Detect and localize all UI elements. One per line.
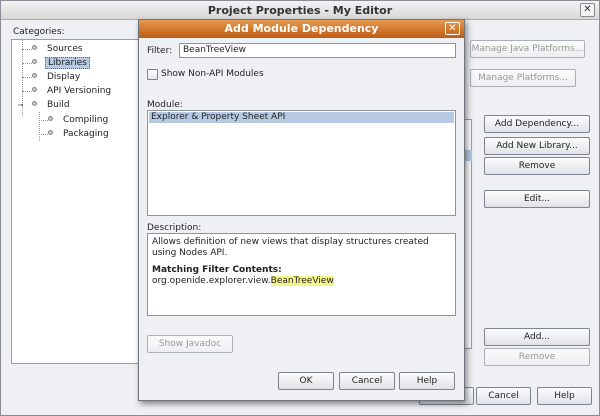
tree-connector-line <box>22 49 32 50</box>
remove-button-secondary[interactable]: Remove <box>484 348 590 366</box>
tree-connector-line <box>39 120 48 121</box>
tree-connector-line <box>39 112 40 141</box>
matching-filter-result: org.openide.explorer.view.BeanTreeView <box>152 276 451 287</box>
add-new-library-button[interactable]: Add New Library... <box>484 137 590 155</box>
add-module-dependency-dialog: Add Module Dependency ✕ Filter: BeanTree… <box>138 19 465 401</box>
filter-input[interactable]: BeanTreeView <box>179 43 456 58</box>
description-text: Allows definition of new views that disp… <box>152 237 429 258</box>
node-icon <box>32 45 37 50</box>
module-list[interactable]: Explorer & Property Sheet API <box>147 110 456 216</box>
cancel-button[interactable]: Cancel <box>339 372 395 390</box>
node-icon <box>32 73 37 78</box>
matching-filter-heading: Matching Filter Contents: <box>152 265 282 275</box>
show-non-api-checkbox[interactable] <box>147 69 158 80</box>
edit-button[interactable]: Edit... <box>484 190 590 208</box>
filter-label: Filter: <box>147 46 173 56</box>
outer-help-button[interactable]: Help <box>537 387 592 405</box>
categories-tree[interactable]: ⊸ Sources Libraries Display API Versioni… <box>11 39 151 364</box>
window-close-icon[interactable]: ✕ <box>580 3 595 17</box>
add-dependency-button[interactable]: Add Dependency... <box>484 115 590 133</box>
add-button[interactable]: Add... <box>484 328 590 346</box>
matching-highlight: BeanTreeView <box>270 276 334 286</box>
tree-item-libraries[interactable]: Libraries <box>32 57 90 69</box>
tree-item-packaging[interactable]: Packaging <box>48 128 111 140</box>
matching-prefix: org.openide.explorer.view. <box>152 276 271 286</box>
description-box: Allows definition of new views that disp… <box>147 233 456 316</box>
categories-label: Categories: <box>13 27 65 37</box>
dialog-title: Add Module Dependency <box>139 20 464 38</box>
tree-connector-line <box>22 63 32 64</box>
remove-button[interactable]: Remove <box>484 157 590 175</box>
tree-item-label: Packaging <box>63 129 109 139</box>
tree-item-display[interactable]: Display <box>32 71 82 83</box>
tree-item-label: Compiling <box>63 115 109 125</box>
module-label: Module: <box>147 100 183 110</box>
tree-item-build[interactable]: Build <box>32 99 72 111</box>
help-button[interactable]: Help <box>399 372 455 390</box>
dialog-close-icon[interactable]: ✕ <box>445 22 460 35</box>
manage-platforms-button[interactable]: Manage Platforms... <box>470 69 576 87</box>
node-icon <box>32 87 37 92</box>
tree-item-compiling[interactable]: Compiling <box>48 114 110 126</box>
node-icon <box>48 130 53 135</box>
show-non-api-label[interactable]: Show Non-API Modules <box>161 69 264 79</box>
tree-item-api-versioning[interactable]: API Versioning <box>32 85 113 97</box>
node-icon <box>48 116 53 121</box>
tree-connector-line <box>39 134 48 135</box>
window-title: Project Properties - My Editor <box>1 1 599 20</box>
node-icon <box>32 101 37 106</box>
manage-java-platforms-button[interactable]: Manage Java Platforms... <box>470 40 585 58</box>
tree-item-label: Libraries <box>45 57 90 69</box>
show-javadoc-button[interactable]: Show Javadoc <box>147 335 233 353</box>
list-item[interactable]: Explorer & Property Sheet API <box>149 112 454 123</box>
tree-item-label: Sources <box>47 44 83 54</box>
tree-item-label: Display <box>47 72 81 82</box>
ok-button[interactable]: OK <box>278 372 334 390</box>
tree-item-label: Build <box>47 100 70 110</box>
outer-cancel-button[interactable]: Cancel <box>476 387 531 405</box>
tree-connector-line <box>22 77 32 78</box>
description-label: Description: <box>147 223 202 233</box>
collapse-icon[interactable]: ⊸ <box>17 102 24 109</box>
tree-item-sources[interactable]: Sources <box>32 43 85 55</box>
tree-connector-line <box>22 91 32 92</box>
node-icon <box>32 59 37 64</box>
tree-item-label: API Versioning <box>47 86 112 96</box>
